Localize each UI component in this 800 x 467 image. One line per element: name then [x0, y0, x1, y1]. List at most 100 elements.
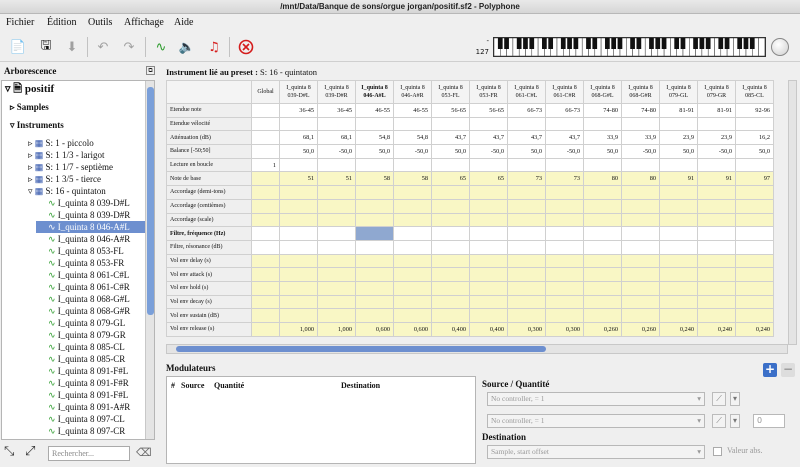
param-cell[interactable]: [355, 267, 394, 282]
param-cell[interactable]: -50,0: [545, 144, 584, 159]
tree-sample-link[interactable]: ∿ I_quinta 8 061-C#R: [36, 281, 145, 293]
param-cell[interactable]: [545, 185, 584, 200]
param-cell[interactable]: 65: [469, 171, 508, 187]
param-cell[interactable]: [279, 239, 318, 255]
param-cell[interactable]: [317, 267, 356, 282]
column-header[interactable]: I_quinta 8 061-C#RI_quinta 8061-C#R: [545, 80, 584, 104]
param-cell[interactable]: [469, 185, 508, 200]
param-cell[interactable]: [583, 239, 622, 255]
param-cell[interactable]: [621, 157, 660, 173]
param-cell[interactable]: [735, 239, 774, 255]
column-header[interactable]: I_quinta 8 079-GLI_quinta 8079-GL: [659, 80, 698, 104]
param-cell[interactable]: [251, 226, 280, 241]
param-cell[interactable]: 65: [431, 171, 470, 187]
param-cell[interactable]: [469, 253, 508, 269]
sine-wave-icon[interactable]: ∿: [151, 37, 171, 57]
param-cell[interactable]: [431, 226, 470, 241]
param-cell[interactable]: [545, 116, 584, 132]
param-cell[interactable]: [545, 239, 584, 255]
param-cell[interactable]: 51: [279, 171, 318, 187]
param-cell[interactable]: [251, 103, 280, 118]
param-cell[interactable]: [251, 212, 280, 228]
clear-search-icon[interactable]: ⌫: [136, 446, 152, 459]
param-cell[interactable]: [469, 157, 508, 173]
close-icon[interactable]: [236, 37, 256, 57]
column-header[interactable]: I_quinta 8 068-G#LI_quinta 8068-G#L: [583, 80, 622, 104]
param-cell[interactable]: 80: [621, 171, 660, 187]
column-header[interactable]: I_quinta 8 079-GRI_quinta 8079-GR: [697, 80, 736, 104]
undock-icon[interactable]: ⧉: [146, 66, 155, 75]
menu-aide[interactable]: Aide: [174, 17, 193, 28]
param-cell[interactable]: [583, 157, 622, 173]
param-cell[interactable]: [545, 157, 584, 173]
param-cell[interactable]: [317, 294, 356, 310]
param-cell[interactable]: [279, 308, 318, 323]
param-cell[interactable]: [545, 253, 584, 269]
param-cell[interactable]: 0,300: [507, 322, 546, 337]
curve2-icon[interactable]: ⟋: [712, 414, 726, 428]
abs-value-checkbox[interactable]: [713, 447, 722, 456]
param-cell[interactable]: [251, 294, 280, 310]
param-cell[interactable]: 58: [355, 171, 394, 187]
param-cell[interactable]: [469, 267, 508, 282]
param-cell[interactable]: 43,7: [431, 130, 470, 146]
param-cell[interactable]: [393, 253, 432, 269]
tree-view[interactable]: ▿ 🗎 positif ▹ Samples ▿ Instruments ▹ ▦ …: [1, 80, 155, 440]
param-cell[interactable]: 54,8: [355, 130, 394, 146]
param-cell[interactable]: [279, 294, 318, 310]
tree-sample-link[interactable]: ∿ I_quinta 8 091-F#L: [36, 365, 145, 377]
param-cell[interactable]: [279, 212, 318, 228]
param-cell[interactable]: [355, 116, 394, 132]
param-cell[interactable]: 50,0: [659, 144, 698, 159]
param-cell[interactable]: [735, 267, 774, 282]
param-cell[interactable]: 0,300: [545, 322, 584, 337]
param-cell[interactable]: [251, 267, 280, 282]
param-cell[interactable]: [621, 116, 660, 132]
param-cell[interactable]: [507, 157, 546, 173]
tree-sample-link[interactable]: ∿ I_quinta 8 046-A#L: [36, 221, 145, 233]
param-cell[interactable]: [431, 280, 470, 296]
param-cell[interactable]: [279, 253, 318, 269]
param-cell[interactable]: 68,1: [279, 130, 318, 146]
param-cell[interactable]: 1,000: [279, 322, 318, 337]
param-cell[interactable]: [507, 308, 546, 323]
column-header[interactable]: I_quinta 8 085-CLI_quinta 8085-CL: [735, 80, 774, 104]
param-cell[interactable]: [735, 212, 774, 228]
param-cell[interactable]: 50,0: [355, 144, 394, 159]
param-cell[interactable]: [659, 308, 698, 323]
param-cell[interactable]: [279, 157, 318, 173]
param-cell[interactable]: 73: [545, 171, 584, 187]
param-cell[interactable]: 23,9: [697, 130, 736, 146]
param-cell[interactable]: [659, 157, 698, 173]
param-cell[interactable]: 80: [583, 171, 622, 187]
param-cell[interactable]: [621, 280, 660, 296]
param-cell[interactable]: [393, 267, 432, 282]
param-cell[interactable]: [355, 212, 394, 228]
param-cell[interactable]: [469, 308, 508, 323]
param-cell[interactable]: 68,1: [317, 130, 356, 146]
save-icon[interactable]: ⬇: [62, 37, 82, 57]
param-cell[interactable]: [697, 253, 736, 269]
param-cell[interactable]: [355, 157, 394, 173]
param-cell[interactable]: 0,240: [735, 322, 774, 337]
tree-instrument[interactable]: ▹ ▦ S: 1 1/3 - larigot: [28, 149, 154, 161]
param-cell[interactable]: 46-55: [355, 103, 394, 118]
param-cell[interactable]: -50,0: [697, 144, 736, 159]
param-cell[interactable]: [431, 294, 470, 310]
volume-knob[interactable]: [771, 38, 789, 56]
param-cell[interactable]: -50,0: [317, 144, 356, 159]
param-cell[interactable]: [735, 116, 774, 132]
param-cell[interactable]: 43,7: [469, 130, 508, 146]
param-cell[interactable]: [251, 130, 280, 146]
tree-instrument[interactable]: ▹ ▦ S: 1 3/5 - tierce: [28, 173, 154, 185]
param-cell[interactable]: [393, 280, 432, 296]
parameter-table[interactable]: GlobalGlobalI_quinta 8 039-D#LI_quinta 8…: [166, 80, 774, 337]
param-cell[interactable]: 50,0: [583, 144, 622, 159]
param-cell[interactable]: [393, 294, 432, 310]
tree-sample-link[interactable]: ∿ I_quinta 8 091-F#L: [36, 389, 145, 401]
undo-icon[interactable]: ↶: [93, 37, 113, 57]
param-cell[interactable]: [659, 294, 698, 310]
param-cell[interactable]: 54,8: [393, 130, 432, 146]
param-cell[interactable]: [393, 116, 432, 132]
param-cell[interactable]: [735, 308, 774, 323]
